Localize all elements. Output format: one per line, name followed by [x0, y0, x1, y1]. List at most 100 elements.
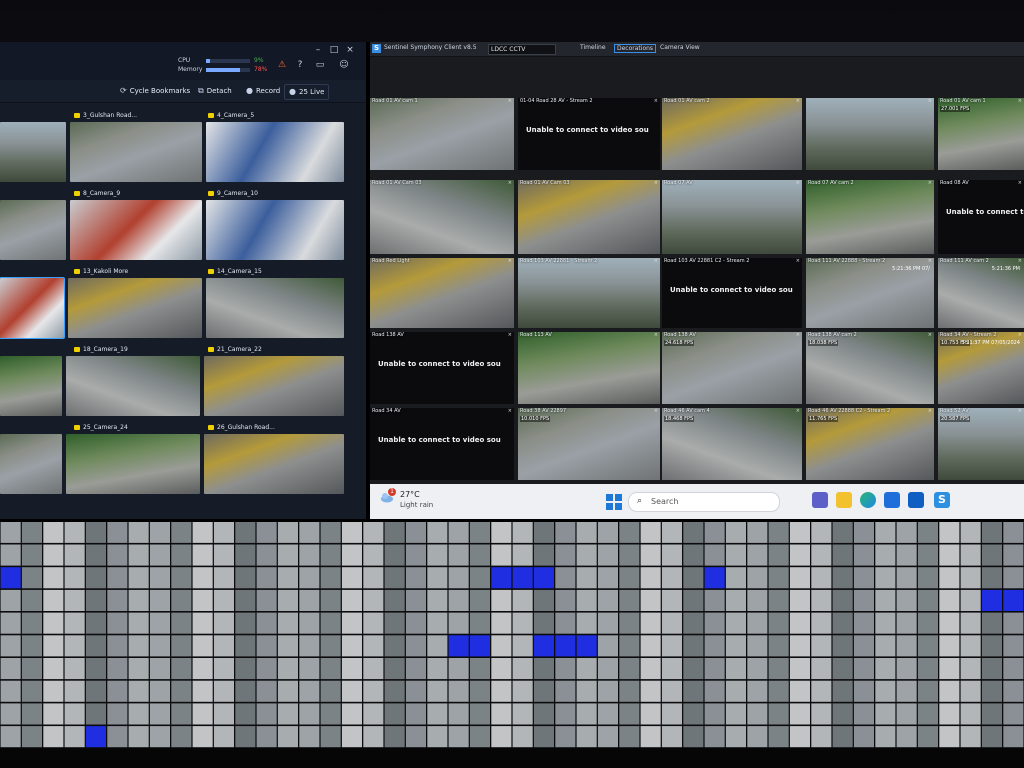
camera-cell-offline[interactable]: 01-04 Road 28 AV - Stream 2 × Unable to co… — [518, 98, 660, 170]
mosaic-tile[interactable] — [320, 635, 341, 657]
mosaic-tile[interactable] — [533, 658, 554, 680]
weather-temperature[interactable]: 27°C — [400, 490, 420, 499]
mosaic-tile[interactable] — [704, 726, 725, 748]
mosaic-tile[interactable] — [277, 612, 298, 634]
mosaic-tile[interactable] — [640, 567, 661, 589]
mosaic-tile[interactable] — [768, 680, 789, 702]
mosaic-tile[interactable] — [640, 612, 661, 634]
mosaic-tile[interactable] — [875, 612, 896, 634]
mosaic-tile[interactable] — [43, 544, 64, 566]
mosaic-tile[interactable] — [405, 589, 426, 611]
mosaic-tile[interactable] — [853, 635, 874, 657]
teams-icon[interactable] — [812, 492, 828, 508]
camera-feed[interactable] — [66, 356, 200, 416]
mosaic-tile[interactable] — [811, 635, 832, 657]
mosaic-tile[interactable] — [64, 658, 85, 680]
mosaic-tile[interactable] — [512, 703, 533, 725]
camera-feed[interactable] — [68, 278, 202, 338]
mosaic-tile[interactable] — [960, 589, 981, 611]
mosaic-tile[interactable] — [875, 567, 896, 589]
mosaic-tile[interactable] — [811, 589, 832, 611]
mosaic-tile[interactable] — [725, 544, 746, 566]
mosaic-tile[interactable] — [683, 680, 704, 702]
mosaic-tile[interactable] — [853, 589, 874, 611]
mosaic-tile[interactable] — [0, 521, 21, 543]
camera-cell[interactable]: Road 103 AV 22881 - Stream 2 × — [518, 258, 660, 328]
mosaic-tile[interactable] — [853, 567, 874, 589]
mosaic-tile[interactable] — [320, 612, 341, 634]
mosaic-tile[interactable] — [299, 567, 320, 589]
camera-feed[interactable] — [206, 278, 344, 338]
mosaic-tile[interactable] — [299, 521, 320, 543]
mosaic-tile[interactable] — [213, 544, 234, 566]
mosaic-tile[interactable] — [107, 635, 128, 657]
mosaic-tile[interactable] — [533, 521, 554, 543]
mosaic-tile[interactable] — [747, 567, 768, 589]
mosaic-tile[interactable] — [448, 544, 469, 566]
mosaic-tile-no-signal[interactable] — [1003, 589, 1024, 611]
mosaic-tile[interactable] — [128, 726, 149, 748]
mosaic-tile[interactable] — [512, 680, 533, 702]
mosaic-tile[interactable] — [341, 680, 362, 702]
mosaic-tile[interactable] — [661, 680, 682, 702]
mosaic-tile[interactable] — [683, 635, 704, 657]
mosaic-tile[interactable] — [576, 567, 597, 589]
mosaic-tile[interactable] — [832, 726, 853, 748]
menu-decorations[interactable]: Decorations — [614, 44, 657, 53]
mosaic-tile[interactable] — [64, 521, 85, 543]
mosaic-tile[interactable] — [853, 544, 874, 566]
mosaic-tile[interactable] — [981, 703, 1002, 725]
mosaic-tile[interactable] — [939, 544, 960, 566]
mosaic-tile[interactable] — [405, 612, 426, 634]
edge-icon[interactable] — [860, 492, 876, 508]
mosaic-tile[interactable] — [405, 567, 426, 589]
mosaic-tile[interactable] — [619, 726, 640, 748]
mosaic-tile[interactable] — [21, 658, 42, 680]
close-icon[interactable]: × — [796, 408, 800, 414]
mosaic-tile[interactable] — [619, 703, 640, 725]
close-icon[interactable]: × — [796, 332, 800, 338]
mosaic-tile[interactable] — [747, 680, 768, 702]
mosaic-tile[interactable] — [768, 521, 789, 543]
mosaic-tile[interactable] — [149, 680, 170, 702]
camera-feed[interactable] — [0, 434, 62, 494]
mosaic-tile[interactable] — [299, 544, 320, 566]
mosaic-tile[interactable] — [597, 680, 618, 702]
close-icon[interactable]: × — [508, 98, 512, 104]
mosaic-tile[interactable] — [683, 726, 704, 748]
mosaic-tile[interactable] — [320, 544, 341, 566]
mosaic-tile[interactable] — [384, 635, 405, 657]
mosaic-tile-no-signal[interactable] — [533, 635, 554, 657]
mosaic-tile[interactable] — [811, 521, 832, 543]
mosaic-tile[interactable] — [896, 703, 917, 725]
mosaic-tile[interactable] — [341, 567, 362, 589]
mosaic-tile-no-signal[interactable] — [448, 635, 469, 657]
mosaic-tile[interactable] — [213, 612, 234, 634]
mosaic-tile[interactable] — [811, 612, 832, 634]
mosaic-tile[interactable] — [875, 680, 896, 702]
mosaic-tile[interactable] — [149, 612, 170, 634]
mosaic-tile[interactable] — [235, 521, 256, 543]
mosaic-tile[interactable] — [768, 589, 789, 611]
mosaic-tile[interactable] — [256, 567, 277, 589]
mosaic-tile[interactable] — [235, 612, 256, 634]
mosaic-tile[interactable] — [661, 544, 682, 566]
mosaic-tile[interactable] — [576, 589, 597, 611]
mosaic-tile[interactable] — [21, 521, 42, 543]
camera-cell[interactable]: Road 111 AV 22888 - Stream 2 × 5:21:36 PM … — [806, 258, 934, 328]
mosaic-tile[interactable] — [853, 726, 874, 748]
mosaic-tile[interactable] — [896, 567, 917, 589]
camera-feed[interactable] — [70, 200, 202, 260]
mosaic-tile[interactable] — [683, 658, 704, 680]
mosaic-tile[interactable] — [555, 544, 576, 566]
camera-cell-offline[interactable]: Road 34 AV × Unable to connect to video so… — [370, 408, 514, 480]
mosaic-tile[interactable] — [640, 635, 661, 657]
mosaic-tile[interactable] — [960, 544, 981, 566]
mosaic-tile[interactable] — [875, 521, 896, 543]
mosaic-tile[interactable] — [597, 726, 618, 748]
mosaic-tile[interactable] — [320, 567, 341, 589]
mosaic-tile[interactable] — [277, 680, 298, 702]
mosaic-tile[interactable] — [960, 567, 981, 589]
close-icon[interactable]: × — [508, 332, 512, 338]
mosaic-tile[interactable] — [597, 658, 618, 680]
